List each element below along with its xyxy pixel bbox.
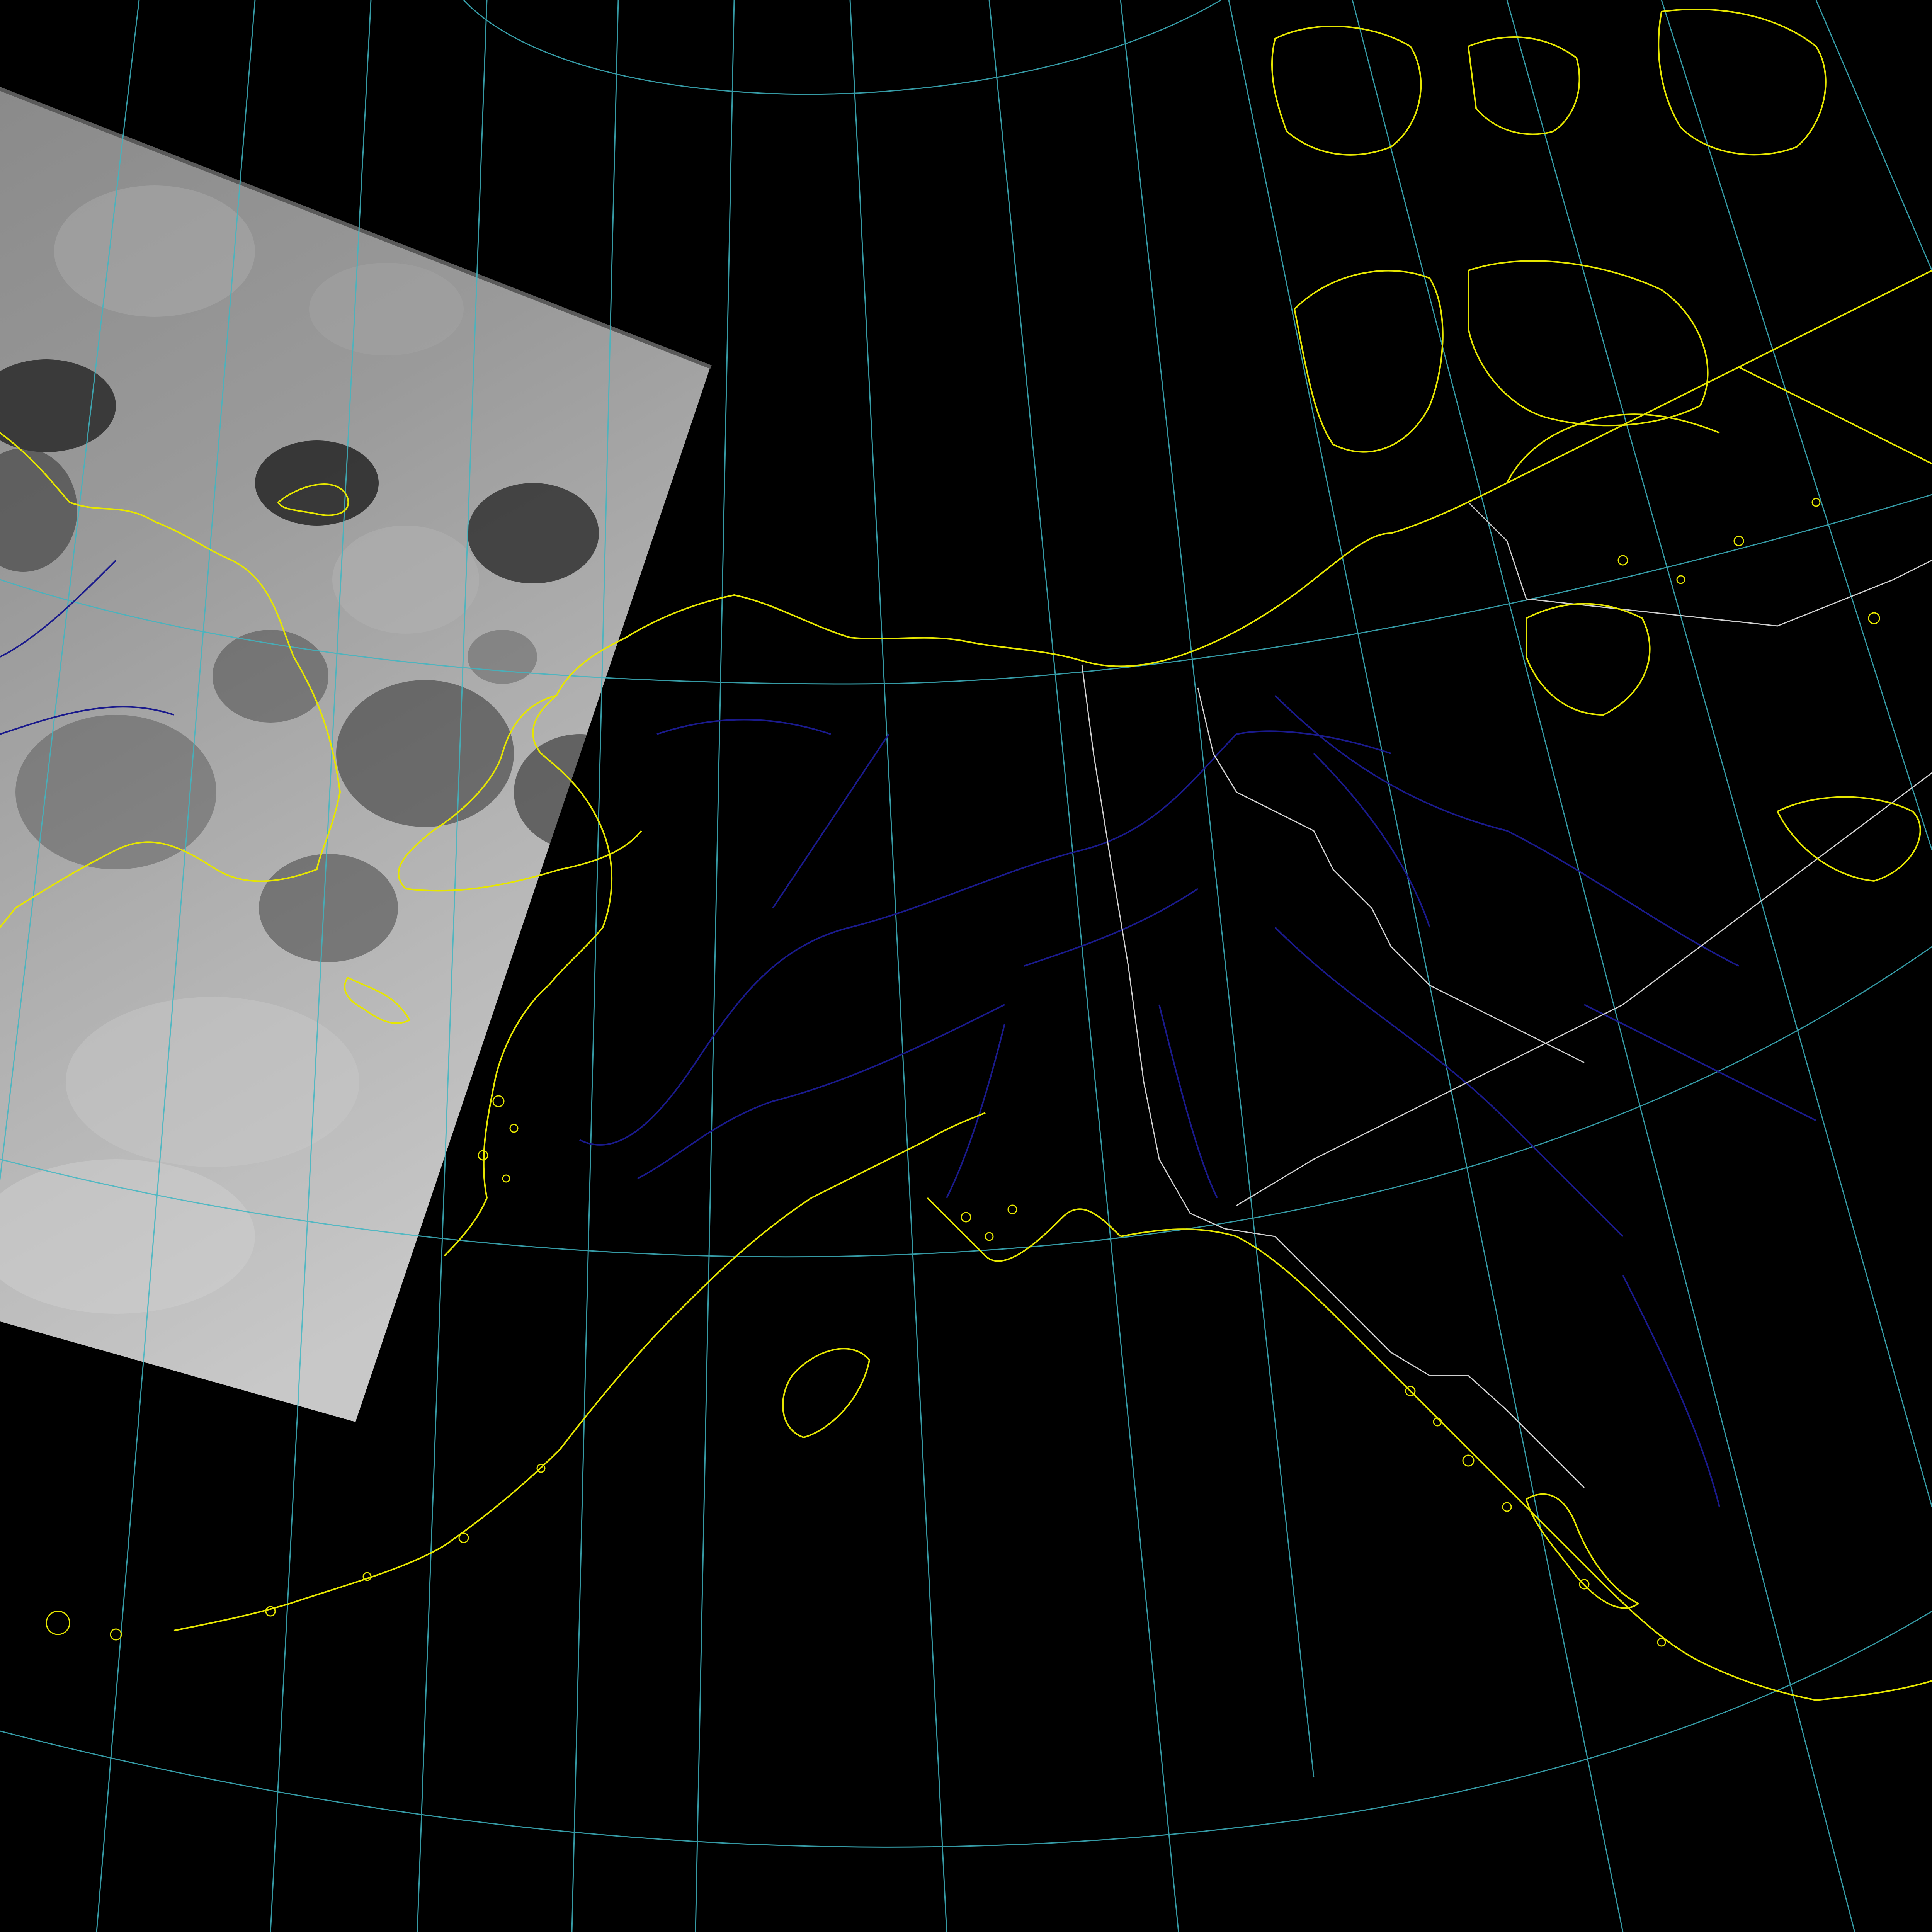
map-canvas[interactable]: [0, 0, 1932, 1932]
map-viewport[interactable]: [0, 0, 1932, 1932]
